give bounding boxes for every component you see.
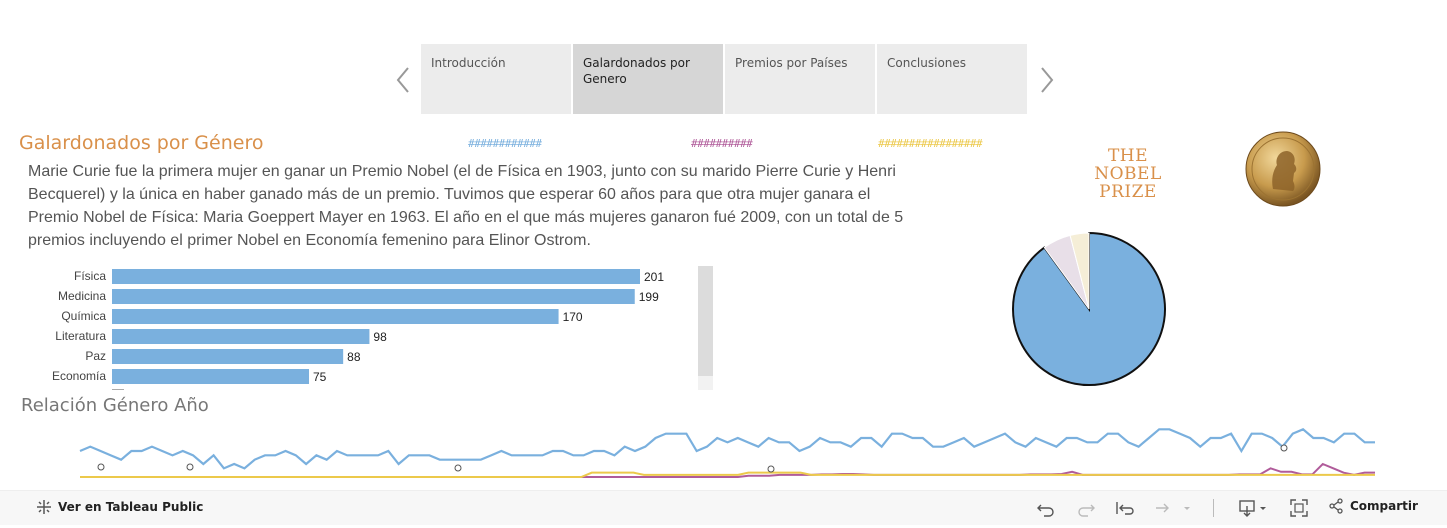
line-marker[interactable] — [1280, 444, 1288, 452]
view-on-tableau-public-button[interactable]: Ver en Tableau Public — [36, 499, 203, 515]
undo-icon — [1037, 504, 1054, 517]
forward-icon — [1156, 503, 1190, 513]
fullscreen-icon — [1290, 499, 1308, 517]
page-title: Galardonados por Género — [19, 132, 264, 154]
line-marker[interactable] — [454, 464, 462, 472]
share-icon — [1329, 498, 1343, 514]
bar-value-label: 199 — [639, 290, 659, 304]
toolbar-divider — [1213, 499, 1214, 517]
bar-category-label: Paz — [85, 349, 106, 363]
bar[interactable] — [112, 349, 344, 364]
tableau-toolbar: Ver en Tableau Public Compartir — [0, 490, 1447, 525]
previous-story-point-button[interactable] — [394, 62, 414, 98]
bar-value-label: 98 — [373, 330, 387, 344]
line-marker[interactable] — [97, 463, 105, 471]
bar-value-label: 201 — [644, 270, 664, 284]
gender-pie-chart — [1012, 231, 1166, 386]
legend-item-female[interactable]: ########## — [691, 137, 753, 150]
nobel-logo-line: THE — [1107, 146, 1149, 166]
scrollbar-thumb[interactable] — [698, 266, 713, 376]
bar-value-label: 170 — [563, 310, 583, 324]
bar-value-label: 88 — [347, 350, 361, 364]
line-marker[interactable] — [767, 465, 775, 473]
gender-year-line-chart — [79, 428, 1375, 478]
undo-button[interactable] — [1035, 497, 1057, 519]
bar-category-label: Medicina — [58, 289, 106, 303]
intro-text: Marie Curie fue la primera mujer en gana… — [28, 163, 904, 249]
download-button[interactable] — [1238, 497, 1270, 519]
line-marker[interactable] — [186, 463, 194, 471]
tab-introduccion[interactable]: Introducción — [421, 44, 571, 114]
nobel-logo-line: NOBEL — [1094, 164, 1162, 184]
share-button[interactable]: Compartir — [1328, 498, 1418, 514]
download-icon — [1239, 500, 1266, 517]
bar-category-label: Economía — [52, 369, 106, 383]
revert-button[interactable] — [1114, 497, 1136, 519]
bar[interactable] — [112, 329, 370, 344]
revert-icon — [1116, 502, 1134, 515]
bar-value-label: 75 — [313, 370, 327, 384]
view-on-tableau-public-label: Ver en Tableau Public — [58, 500, 204, 514]
prizes-by-category-bar-chart: Física 201 Medicina 199 Química 170 Literatura… — [52, 266, 713, 390]
line-series[interactable] — [79, 428, 1375, 470]
bar-category-label: Química — [61, 309, 106, 323]
fullscreen-button[interactable] — [1288, 497, 1310, 519]
tab-conclusiones[interactable]: Conclusiones — [877, 44, 1027, 114]
nobel-logo-line: PRIZE — [1099, 182, 1157, 202]
legend-item-male[interactable]: ############ — [468, 137, 542, 150]
bar[interactable] — [112, 309, 559, 324]
redo-button[interactable] — [1075, 497, 1097, 519]
chevron-left-icon — [396, 67, 409, 93]
bar[interactable] — [112, 289, 635, 304]
line-chart-title: Relación Género Año — [21, 395, 209, 416]
nobel-medal-image — [1245, 131, 1321, 207]
tab-premios-por-paises[interactable]: Premios por Países — [725, 44, 875, 114]
tableau-logo-icon — [37, 500, 51, 514]
redo-icon — [1078, 504, 1095, 517]
share-label: Compartir — [1350, 499, 1418, 513]
nobel-prize-logo: THE NOBEL PRIZE — [1092, 147, 1164, 201]
chevron-right-icon — [1041, 67, 1054, 93]
tab-galardonados-por-genero[interactable]: Galardonados por Genero — [573, 44, 723, 114]
forward-dropdown-button[interactable] — [1152, 497, 1194, 519]
story-tabs: Introducción Galardonados por Genero Pre… — [421, 44, 1027, 114]
bar-partial — [112, 389, 124, 390]
bar-category-label: Literatura — [55, 329, 106, 343]
bar-category-label: Física — [74, 269, 106, 283]
bar[interactable] — [112, 269, 640, 284]
next-story-point-button[interactable] — [1036, 62, 1056, 98]
legend-item-org[interactable]: ################# — [878, 137, 983, 150]
bar[interactable] — [112, 369, 310, 384]
